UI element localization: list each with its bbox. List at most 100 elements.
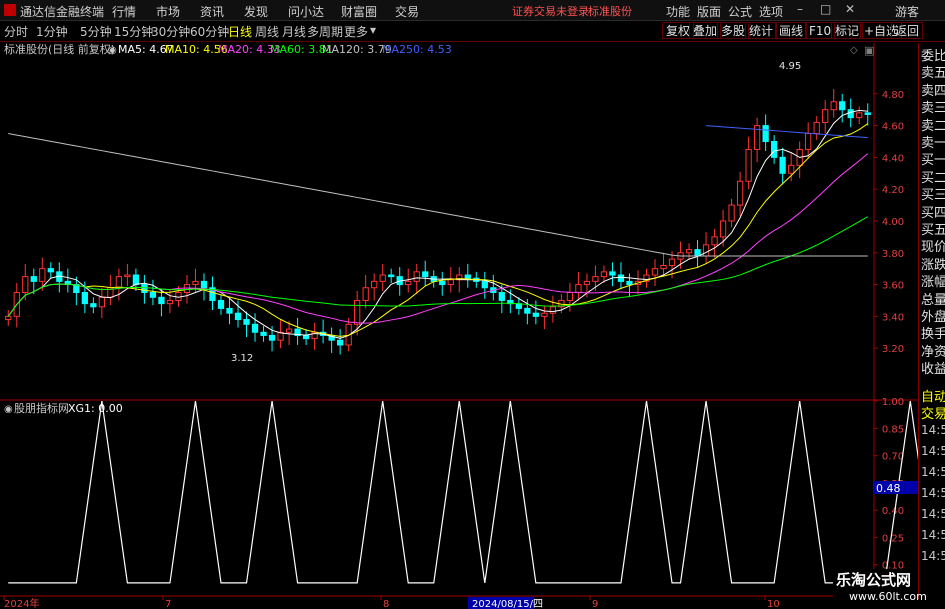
candle[interactable]	[234, 312, 242, 321]
expand-icon[interactable]: ▣	[864, 44, 874, 57]
candle[interactable]	[115, 276, 123, 289]
candle[interactable]	[762, 125, 769, 142]
quote-label: 卖四	[921, 83, 945, 99]
candle[interactable]	[651, 268, 659, 276]
indicator-tick-label: 0.85	[882, 424, 904, 435]
candle[interactable]	[685, 249, 693, 254]
candle[interactable]	[371, 280, 378, 289]
candle[interactable]	[694, 249, 701, 257]
candle[interactable]	[354, 299, 361, 325]
candle[interactable]	[805, 133, 812, 150]
candle[interactable]	[217, 299, 225, 309]
trade-time: 14:56	[921, 444, 945, 458]
candle[interactable]	[251, 323, 259, 333]
candle[interactable]	[600, 271, 608, 278]
candle[interactable]	[830, 101, 837, 111]
candle[interactable]	[192, 280, 199, 286]
candle[interactable]	[226, 307, 233, 314]
quote-panel: 委比 卖五 卖四 卖三 卖二 卖一 买一 买二 买三 买四 买五 现价 涨跌 涨幅 总量 外盘 换手 净资 收益 自动…	[918, 43, 945, 599]
candle[interactable]	[439, 280, 446, 286]
candle[interactable]	[22, 276, 29, 294]
candle[interactable]	[39, 268, 46, 282]
quote-label: 总量	[921, 292, 945, 308]
candle[interactable]	[81, 292, 88, 305]
candle[interactable]	[285, 328, 293, 333]
indicator-toggle-icon[interactable]: ◉	[4, 404, 13, 415]
price-tick-label: 4.80	[882, 90, 904, 101]
site-watermark: 乐淘公式网 www.60lt.com	[833, 569, 927, 609]
quote-label: 现价	[921, 240, 945, 256]
trade-time: 14:55	[921, 423, 945, 437]
candle[interactable]	[566, 292, 574, 301]
chart-frame	[0, 43, 918, 597]
candle[interactable]	[124, 274, 131, 278]
candle[interactable]	[362, 287, 369, 301]
indicator-tick-label: 1.00	[882, 397, 904, 408]
candle[interactable]	[728, 204, 735, 222]
candle[interactable]	[200, 280, 208, 289]
candle[interactable]	[779, 156, 786, 174]
candle[interactable]	[141, 284, 148, 294]
candle[interactable]	[532, 312, 540, 317]
indicator-tick-label: 0.70	[882, 452, 904, 463]
candle[interactable]	[864, 112, 871, 115]
candle[interactable]	[813, 121, 820, 135]
candle[interactable]	[158, 296, 165, 305]
candle[interactable]	[770, 140, 778, 158]
candle[interactable]	[481, 280, 488, 289]
candle[interactable]	[609, 271, 616, 276]
candle[interactable]	[617, 274, 625, 282]
candle[interactable]	[822, 109, 829, 123]
candle[interactable]	[149, 292, 157, 298]
ma-toggle-icon[interactable]: ◉	[108, 45, 117, 56]
candle[interactable]	[541, 312, 548, 317]
candle[interactable]	[745, 148, 752, 182]
diamond-icon[interactable]: ◇	[850, 45, 858, 56]
low-price-label: 3.12	[231, 353, 253, 364]
candle[interactable]	[98, 296, 106, 308]
candle[interactable]	[711, 236, 718, 246]
candle[interactable]	[166, 299, 174, 305]
candle[interactable]	[702, 244, 710, 257]
candle[interactable]	[592, 276, 599, 282]
candle[interactable]	[626, 280, 633, 286]
candle[interactable]	[856, 112, 863, 119]
trade-time: 14:56	[921, 465, 945, 479]
watermark-title: 乐淘公式网	[836, 571, 912, 589]
candle[interactable]	[379, 274, 386, 282]
trade-time: 14:56	[921, 486, 945, 500]
candle[interactable]	[30, 276, 37, 282]
candle[interactable]	[660, 264, 667, 270]
price-tick-label: 3.20	[882, 344, 904, 355]
candle[interactable]	[736, 180, 744, 206]
candle[interactable]	[422, 271, 429, 278]
candle[interactable]	[268, 334, 276, 341]
candle[interactable]	[47, 268, 54, 273]
candle[interactable]	[302, 334, 310, 340]
candle[interactable]	[260, 331, 267, 336]
candle[interactable]	[413, 271, 420, 282]
candle[interactable]	[839, 101, 846, 111]
candle[interactable]	[583, 280, 591, 286]
candle[interactable]	[336, 339, 344, 346]
candle[interactable]	[243, 319, 250, 325]
candle[interactable]	[498, 292, 505, 301]
candle[interactable]	[5, 315, 12, 321]
candle[interactable]	[549, 306, 557, 314]
candle[interactable]	[90, 303, 97, 308]
candle[interactable]	[668, 258, 676, 266]
quote-label: 换手	[921, 327, 945, 343]
candle[interactable]	[464, 274, 471, 279]
candle[interactable]	[405, 280, 412, 286]
candle[interactable]	[447, 279, 454, 286]
candle[interactable]	[524, 307, 531, 314]
candle[interactable]	[847, 109, 854, 119]
candle[interactable]	[788, 164, 795, 174]
candle[interactable]	[388, 274, 395, 278]
trade-label[interactable]: 交易	[921, 403, 945, 422]
candle[interactable]	[719, 220, 727, 238]
candle[interactable]	[132, 274, 140, 286]
price-tick-label: 3.80	[882, 249, 904, 260]
quote-label: 卖三	[921, 101, 945, 117]
candle[interactable]	[575, 284, 582, 294]
